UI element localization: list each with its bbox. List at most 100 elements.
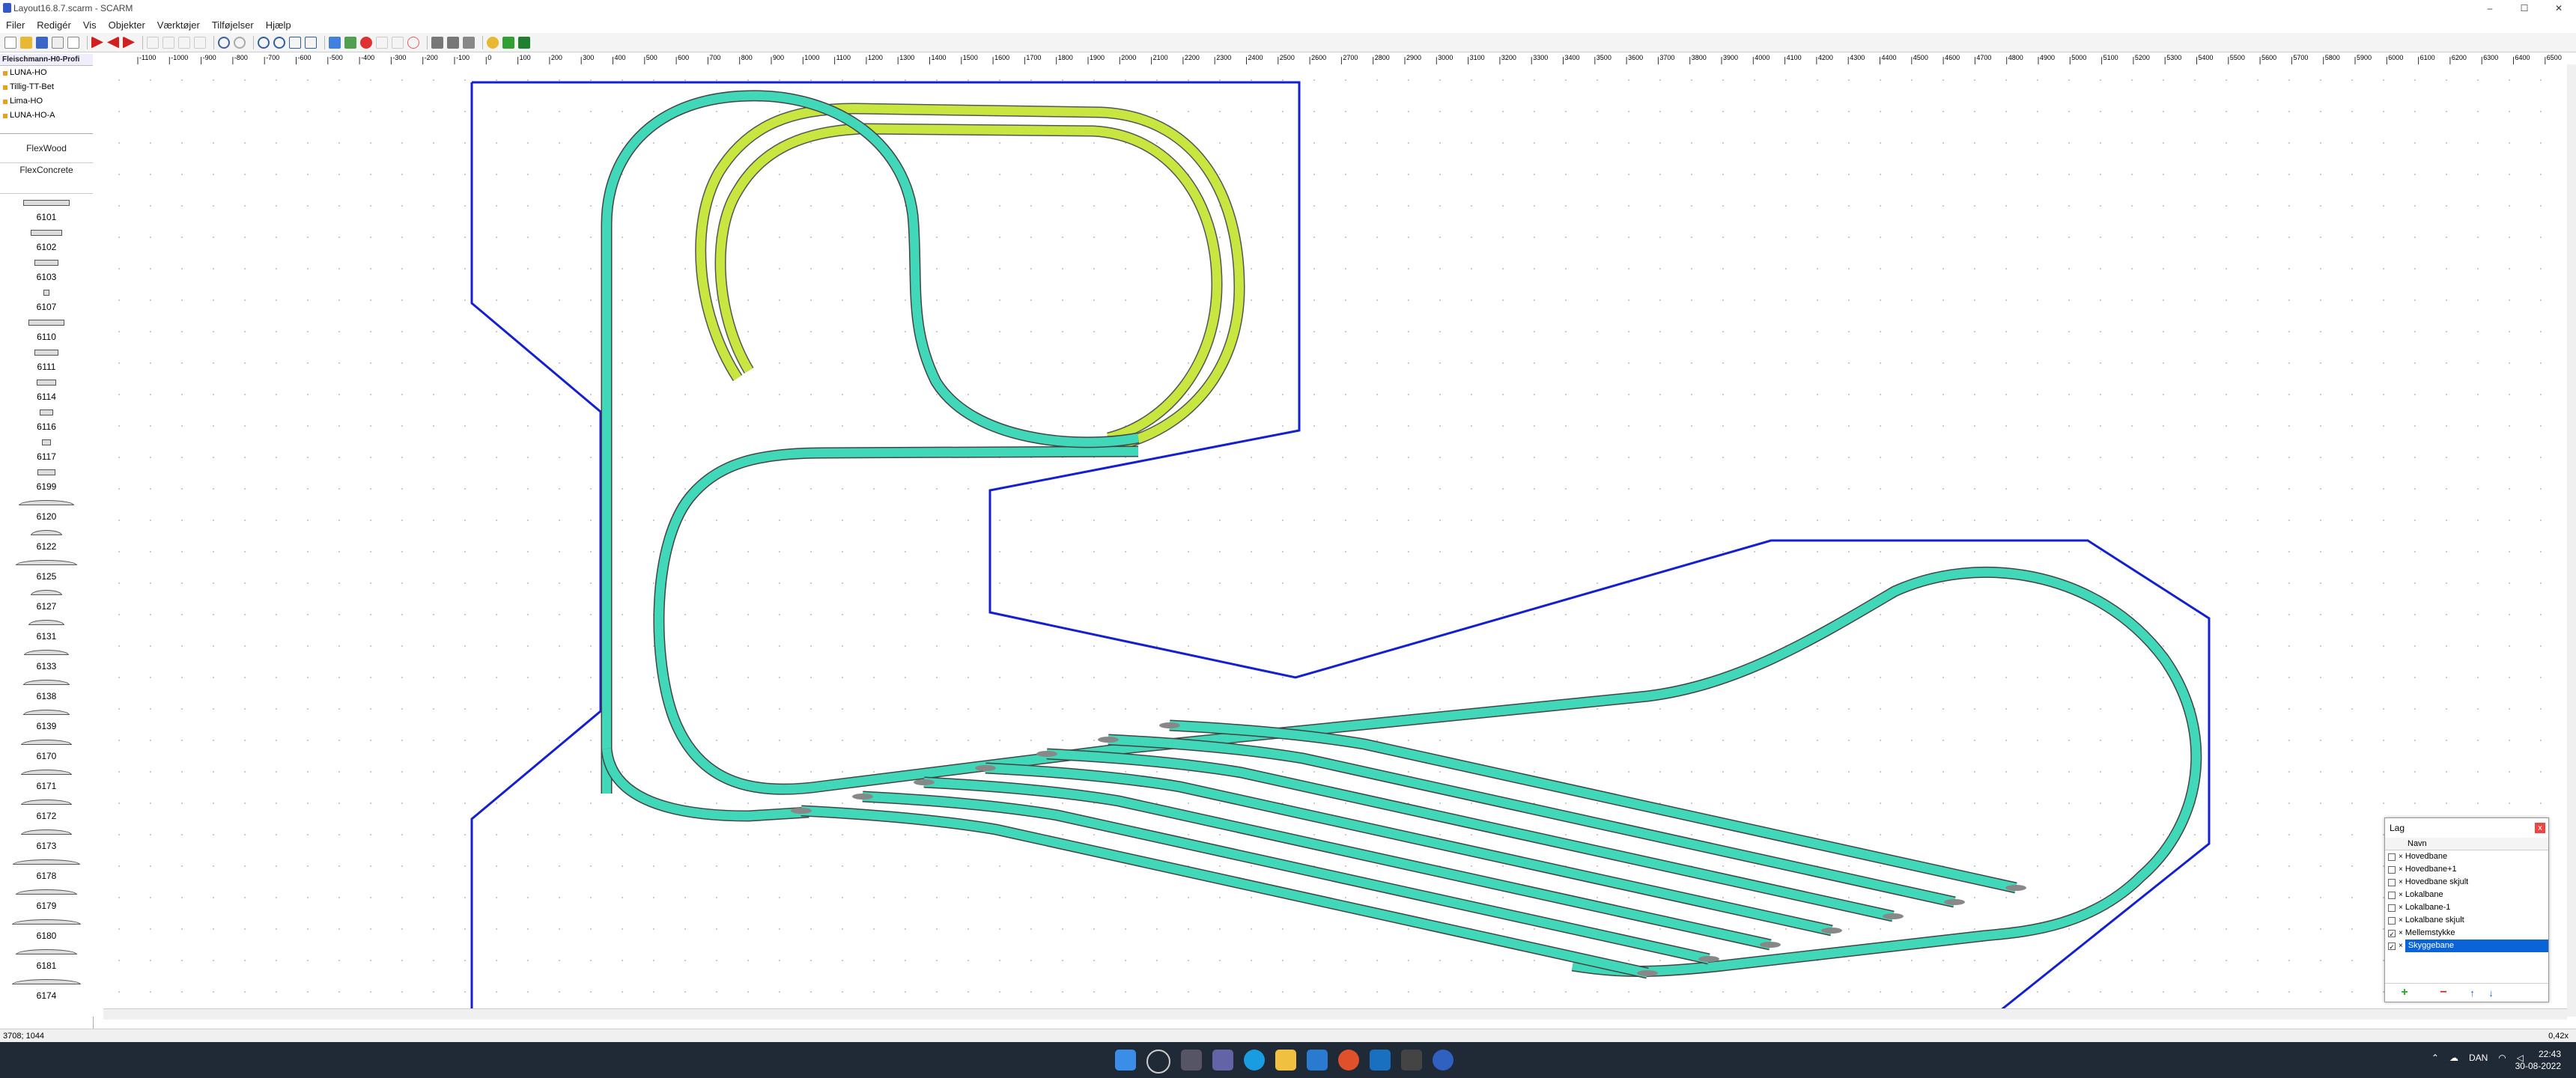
library-set[interactable]: LUNA-HO [0,66,93,80]
layer-row[interactable]: × Lokalbane skjult [2385,914,2548,927]
layer-row[interactable]: × Hovedbane [2385,850,2548,863]
search-icon[interactable] [1146,1050,1170,1074]
track-part-item[interactable]: 6180 [0,913,93,943]
track-part-item[interactable]: 6120 [0,493,93,523]
menu-vis[interactable]: Vis [77,19,103,31]
track-part-item[interactable]: 6107 [0,284,93,314]
tray-chevron-icon[interactable]: ⌃ [2431,1053,2439,1063]
track-part-item[interactable]: 6111 [0,344,93,374]
bridge-icon[interactable] [447,36,459,49]
print-preview-icon[interactable] [67,36,79,49]
teams-icon[interactable] [1212,1050,1233,1071]
scarm-taskbar-icon[interactable] [1433,1050,1453,1071]
copy-icon[interactable] [162,36,174,49]
layers-close-button[interactable]: x [2535,823,2545,833]
redo-icon[interactable] [234,36,246,49]
track-part-item[interactable]: 6103 [0,254,93,284]
layer-visible-checkbox[interactable] [2388,891,2396,899]
category-flexconcrete[interactable]: FlexConcrete [0,163,93,194]
flag-icon[interactable] [407,36,419,49]
menu-tilfojelser[interactable]: Tilføjelser [206,19,260,31]
remove-layer-button[interactable]: − [2424,986,2463,999]
track-part-item[interactable]: 6114 [0,374,93,404]
language-indicator[interactable]: DAN [2469,1053,2488,1063]
layer-visible-checkbox[interactable] [2388,904,2396,912]
move-layer-down-button[interactable]: ↓ [2482,987,2500,999]
track-part-item[interactable]: 6131 [0,613,93,643]
layer-row[interactable]: × Hovedbane+1 [2385,863,2548,876]
start-icon[interactable] [1115,1050,1136,1071]
cut-icon[interactable] [147,36,159,49]
library-set[interactable]: Lima-HO [0,94,93,109]
minimize-button[interactable]: – [2473,0,2507,16]
height-icon[interactable] [392,36,404,49]
layer-lock-icon[interactable]: × [2399,914,2403,927]
track-part-item[interactable]: 6101 [0,194,93,224]
onedrive-icon[interactable]: ☁ [2449,1053,2458,1063]
track-part-item[interactable]: 6133 [0,643,93,673]
train-icon[interactable] [502,36,514,49]
layer-lock-icon[interactable]: × [2399,850,2403,863]
track-part-item[interactable]: 6178 [0,853,93,883]
layer-lock-icon[interactable]: × [2399,927,2403,940]
menu-filer[interactable]: Filer [0,19,31,31]
track-part-item[interactable]: 6127 [0,583,93,613]
maximize-button[interactable]: ☐ [2507,0,2542,16]
measure-icon[interactable] [376,36,388,49]
library-set[interactable]: LUNA-HO-A [0,109,93,123]
menu-objekter[interactable]: Objekter [103,19,151,31]
layer-lock-icon[interactable]: × [2399,876,2403,889]
layer-visible-checkbox[interactable] [2388,853,2396,861]
layer-row[interactable]: ✓ × Skyggebane [2385,940,2548,952]
task-view-icon[interactable] [1181,1050,1202,1071]
category-flexwood[interactable]: FlexWood [0,133,93,163]
vertical-scrollbar[interactable] [2567,64,2576,1017]
track-part-item[interactable]: 6139 [0,703,93,733]
layer-row[interactable]: × Hovedbane skjult [2385,876,2548,889]
layer-row[interactable]: ✓ × Mellemstykke [2385,927,2548,940]
undo-icon[interactable] [218,36,230,49]
menu-vaerktojer[interactable]: Værktøjer [151,19,206,31]
track-part-item[interactable]: 6170 [0,733,93,763]
edge-icon[interactable] [1244,1050,1265,1071]
layer-visible-checkbox[interactable]: ✓ [2388,929,2396,938]
print-icon[interactable] [52,36,64,49]
stop-icon[interactable] [360,36,372,49]
track-part-item[interactable]: 6122 [0,523,93,553]
track-part-item[interactable]: 6116 [0,404,93,433]
track-part-item[interactable]: 6199 [0,463,93,493]
zoom-fit-icon[interactable] [289,36,301,49]
track-part-item[interactable]: 6171 [0,763,93,793]
save-icon[interactable] [36,36,48,49]
layers-icon[interactable] [463,36,475,49]
layer-visible-checkbox[interactable]: ✓ [2388,942,2396,951]
track-part-item[interactable]: 6174 [0,972,93,1002]
mail-icon[interactable] [1370,1050,1391,1071]
track-part-item[interactable]: 6117 [0,433,93,463]
chrome-icon[interactable] [1338,1050,1359,1071]
track-part-item[interactable]: 6179 [0,883,93,913]
library-selector[interactable]: Fleischmann-H0-Profi [0,54,93,66]
layer-lock-icon[interactable]: × [2399,889,2403,901]
close-button[interactable]: ✕ [2542,0,2576,16]
play-icon[interactable] [91,36,103,49]
file-explorer-icon[interactable] [1275,1050,1296,1071]
rolling-stock-icon[interactable] [487,36,499,49]
layer-row[interactable]: × Lokalbane-1 [2385,901,2548,914]
clock[interactable]: 22:43 30-08-2022 [2515,1048,2561,1072]
layer-visible-checkbox[interactable] [2388,916,2396,925]
track-part-item[interactable]: 6172 [0,793,93,823]
zoom-out-icon[interactable] [273,36,285,49]
open-file-icon[interactable] [20,36,32,49]
layer-lock-icon[interactable]: × [2399,940,2403,952]
layer-visible-checkbox[interactable] [2388,878,2396,886]
terrain-icon[interactable] [344,36,356,49]
zoom-in-icon[interactable] [258,36,270,49]
move-layer-up-button[interactable]: ↑ [2463,987,2482,999]
layer-row[interactable]: × Lokalbane [2385,889,2548,901]
menu-hjaelp[interactable]: Hjælp [260,19,297,31]
locomotive-icon[interactable] [518,36,530,49]
reverse-icon[interactable] [107,36,119,49]
layer-lock-icon[interactable]: × [2399,863,2403,876]
wifi-icon[interactable]: ◠ [2498,1053,2506,1063]
